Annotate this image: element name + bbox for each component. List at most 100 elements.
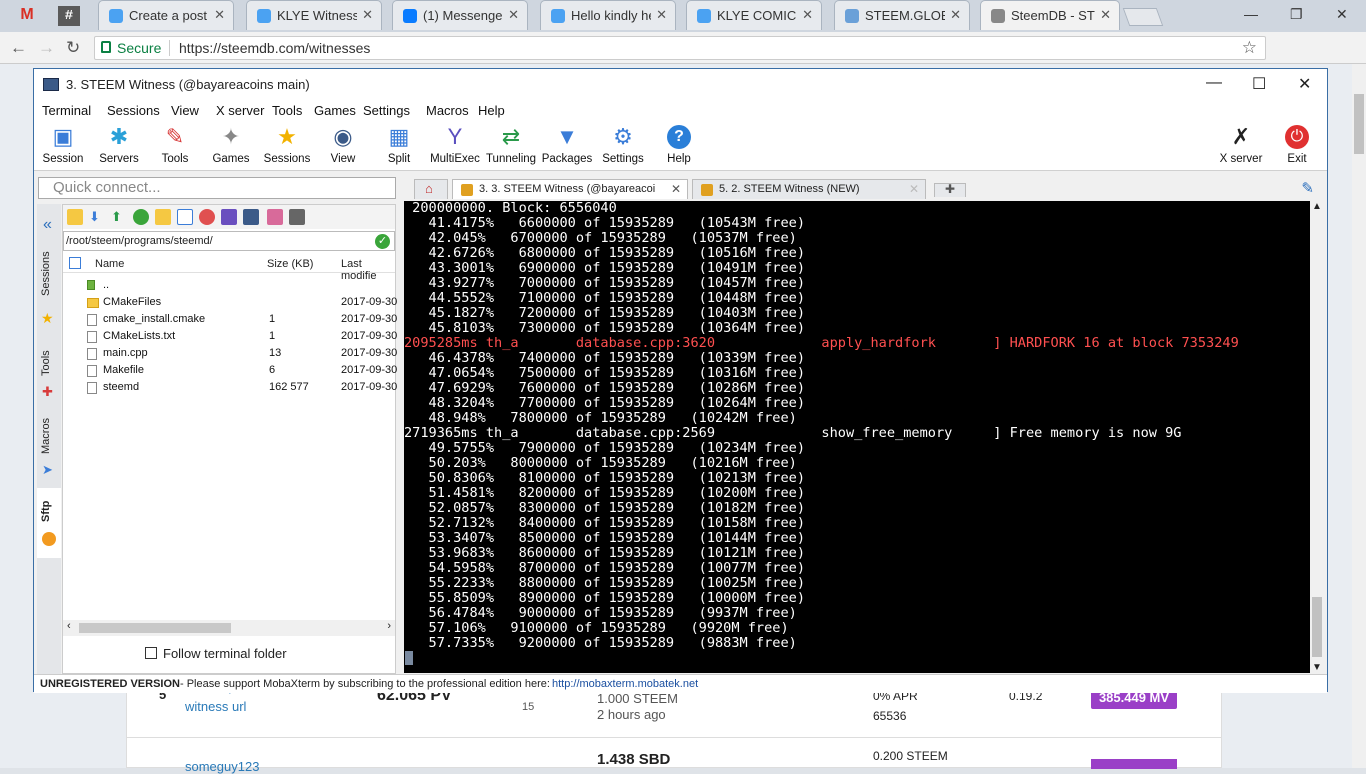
file-row[interactable]: Makefile 6 2017-09-30: [63, 362, 397, 379]
terminal-scroll-thumb[interactable]: [1312, 597, 1322, 657]
new-tab-button[interactable]: [1122, 8, 1164, 26]
download-icon[interactable]: ⬇: [89, 209, 105, 225]
col-size[interactable]: Size (KB): [267, 258, 313, 270]
browser-tab[interactable]: SteemDB - STEE ✕: [980, 0, 1120, 30]
rename-icon[interactable]: [221, 209, 237, 225]
sessions-toolbar-button[interactable]: ★ Sessions: [260, 121, 314, 171]
side-tab-tools[interactable]: Tools ✚: [37, 334, 61, 404]
terminal-scrollbar[interactable]: ▲ ▼: [1310, 201, 1324, 673]
tab-close-icon[interactable]: ✕: [671, 182, 681, 196]
menu-tools[interactable]: Tools: [272, 103, 302, 118]
menu-help[interactable]: Help: [478, 103, 505, 118]
packages-toolbar-button[interactable]: ▼ Packages: [540, 121, 594, 171]
collapse-chevron-icon[interactable]: «: [43, 216, 52, 234]
sftp-path-input[interactable]: /root/steem/programs/steemd/ ✓: [63, 231, 395, 251]
parent-folder-icon[interactable]: [67, 209, 83, 225]
menu-games[interactable]: Games: [314, 103, 356, 118]
window-minimize-icon[interactable]: —: [1206, 74, 1222, 92]
exit-button[interactable]: ⏻ Exit: [1270, 121, 1324, 171]
path-go-check-icon[interactable]: ✓: [375, 234, 390, 249]
window-close-icon[interactable]: ✕: [1298, 74, 1311, 94]
back-icon[interactable]: ←: [10, 38, 27, 58]
refresh-icon[interactable]: [133, 209, 149, 225]
games-toolbar-button[interactable]: ✦ Games: [204, 121, 258, 171]
bookmark-star-icon[interactable]: ☆: [1242, 38, 1257, 58]
side-tab-sessions[interactable]: Sessions ★: [37, 248, 61, 328]
side-tab-sftp[interactable]: Sftp: [37, 488, 61, 558]
help-toolbar-button[interactable]: ? Help: [652, 121, 706, 171]
split-toolbar-button[interactable]: ▦ Split: [372, 121, 426, 171]
gmail-pinned-tab[interactable]: M: [14, 6, 40, 26]
sftp-hscroll-thumb[interactable]: [79, 623, 231, 633]
session-toolbar-button[interactable]: ▣ Session: [36, 121, 90, 171]
upload-icon[interactable]: ⬆: [111, 209, 127, 225]
reload-icon[interactable]: ↻: [66, 38, 80, 58]
browser-tab[interactable]: Hello kindly hea ✕: [540, 0, 676, 30]
browser-tab[interactable]: STEEM.GLOBAL ✕: [834, 0, 970, 30]
terminal-here-icon[interactable]: [289, 209, 305, 225]
tab-close-icon[interactable]: ✕: [214, 7, 225, 23]
scroll-right-icon[interactable]: ›: [387, 620, 391, 632]
page-scroll-thumb[interactable]: [1354, 94, 1364, 154]
scroll-down-icon[interactable]: ▼: [1312, 662, 1322, 673]
browser-tab[interactable]: (1) Messenger ✕: [392, 0, 528, 30]
file-row[interactable]: main.cpp 13 2017-09-30: [63, 345, 397, 362]
restore-icon[interactable]: ❐: [1290, 6, 1303, 23]
home-tab[interactable]: ⌂: [414, 179, 448, 199]
attachment-icon[interactable]: ✎: [1301, 179, 1314, 197]
page-scrollbar[interactable]: [1352, 64, 1366, 768]
file-row[interactable]: steemd 162 577 2017-09-30: [63, 379, 397, 396]
witness-name-2[interactable]: someguy123: [185, 759, 259, 774]
multiexec-toolbar-button[interactable]: Y MultiExec: [428, 121, 482, 171]
menu-x-server[interactable]: X server: [216, 103, 264, 118]
new-file-icon[interactable]: [177, 209, 193, 225]
new-session-tab-button[interactable]: ✚: [934, 183, 966, 197]
close-icon[interactable]: ✕: [1336, 6, 1348, 23]
tab-close-icon[interactable]: ✕: [362, 7, 373, 23]
new-folder-icon[interactable]: [155, 209, 171, 225]
checkbox-box[interactable]: [145, 647, 157, 659]
open-with-icon[interactable]: [267, 209, 283, 225]
window-maximize-icon[interactable]: ☐: [1252, 74, 1266, 94]
follow-terminal-folder-checkbox[interactable]: Follow terminal folder: [145, 646, 287, 661]
tab-close-icon[interactable]: ✕: [656, 7, 667, 23]
scroll-up-icon[interactable]: ▲: [1312, 201, 1322, 212]
servers-toolbar-button[interactable]: ✱ Servers: [92, 121, 146, 171]
permissions-icon[interactable]: [243, 209, 259, 225]
menu-macros[interactable]: Macros: [426, 103, 469, 118]
settings-toolbar-button[interactable]: ⚙ Settings: [596, 121, 650, 171]
session-tab-2[interactable]: 5. 2. STEEM Witness (NEW) ✕: [692, 179, 926, 199]
minimize-icon[interactable]: —: [1244, 6, 1258, 22]
browser-tab[interactable]: Create a post — ✕: [98, 0, 234, 30]
file-row[interactable]: CMakeLists.txt 1 2017-09-30: [63, 328, 397, 345]
terminal-output[interactable]: 200000000. Block: 6556040 41.4175% 66000…: [404, 201, 1310, 673]
tools-toolbar-button[interactable]: ✎ Tools: [148, 121, 202, 171]
browser-tab[interactable]: KLYE Witness Up ✕: [246, 0, 382, 30]
url-text[interactable]: https://steemdb.com/witnesses: [179, 40, 370, 56]
omnibox[interactable]: Secure https://steemdb.com/witnesses ☆: [94, 36, 1266, 60]
tab-close-icon[interactable]: ✕: [802, 7, 813, 23]
view-toolbar-button[interactable]: ◉ View: [316, 121, 370, 171]
file-row[interactable]: CMakeFiles 2017-09-30: [63, 294, 397, 311]
session-tab-active[interactable]: 3. 3. STEEM Witness (@bayareacoi ✕: [452, 179, 688, 199]
witness-url-link[interactable]: witness url: [185, 699, 246, 714]
delete-icon[interactable]: [199, 209, 215, 225]
tab-close-icon[interactable]: ✕: [1100, 7, 1111, 23]
menu-terminal[interactable]: Terminal: [42, 103, 91, 118]
forward-icon[interactable]: →: [38, 38, 55, 58]
tunneling-toolbar-button[interactable]: ⇄ Tunneling: [484, 121, 538, 171]
select-all-icon[interactable]: [69, 257, 81, 269]
tab-close-icon[interactable]: ✕: [909, 182, 919, 196]
col-name[interactable]: Name: [95, 258, 124, 270]
xserver-button[interactable]: ✗ X server: [1214, 121, 1268, 171]
file-row[interactable]: ..: [63, 277, 395, 294]
sftp-hscrollbar[interactable]: ‹ ›: [63, 620, 395, 636]
scroll-left-icon[interactable]: ‹: [67, 620, 71, 632]
slack-pinned-tab[interactable]: #: [58, 6, 80, 26]
file-row[interactable]: cmake_install.cmake 1 2017-09-30: [63, 311, 397, 328]
mobatek-link[interactable]: http://mobaxterm.mobatek.net: [552, 678, 698, 690]
menu-settings[interactable]: Settings: [363, 103, 410, 118]
menu-view[interactable]: View: [171, 103, 199, 118]
tab-close-icon[interactable]: ✕: [508, 7, 519, 23]
browser-tab[interactable]: KLYE COMIC #1 ✕: [686, 0, 822, 30]
